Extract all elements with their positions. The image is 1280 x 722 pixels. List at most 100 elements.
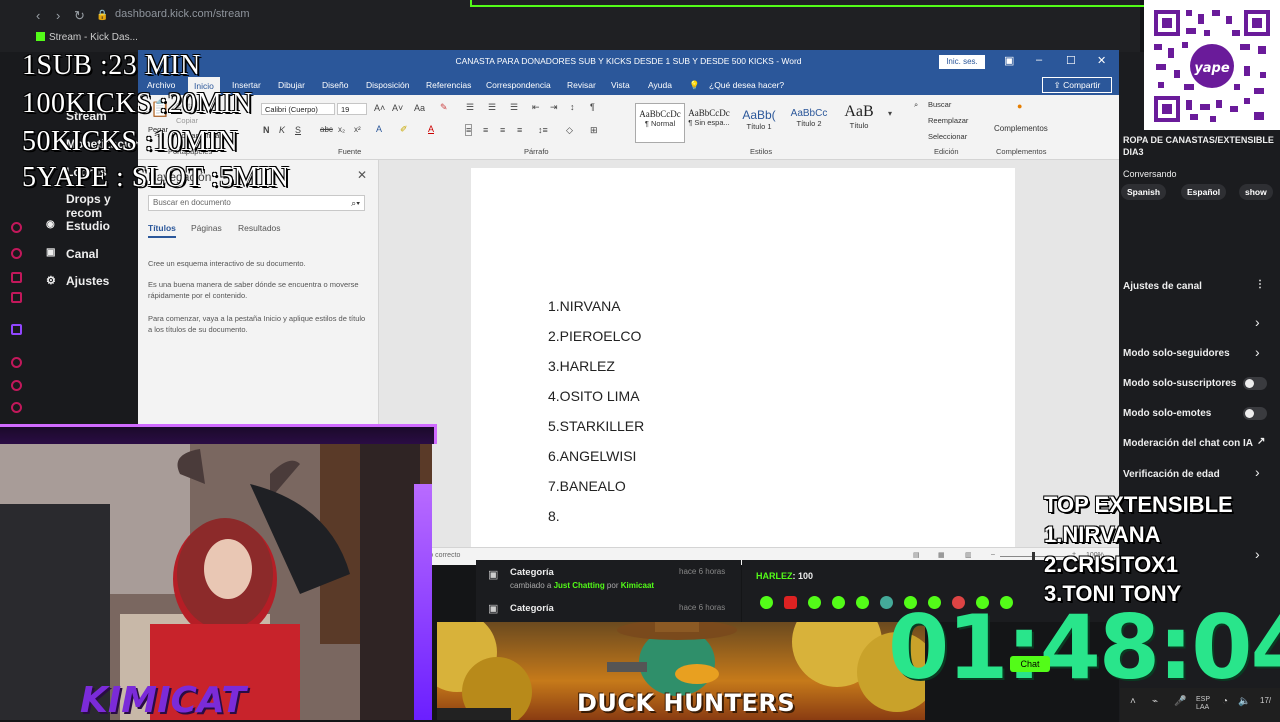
chat-send-button[interactable]: Chat xyxy=(1010,656,1050,672)
emotes-only-setting[interactable]: Modo solo-emotes xyxy=(1123,408,1211,419)
close-pane-icon[interactable]: ✕ xyxy=(357,168,367,182)
zoom-thumb[interactable] xyxy=(1032,552,1035,560)
tag-chip[interactable]: Español xyxy=(1181,184,1227,200)
bold-icon[interactable]: N xyxy=(263,125,270,135)
show-marks-icon[interactable]: ¶ xyxy=(590,102,595,112)
clock-date[interactable]: 17/ xyxy=(1260,696,1271,705)
document-page[interactable]: 1.NIRVANA 2.PIEROELCO 3.HARLEZ 4.OSITO L… xyxy=(471,168,1015,558)
search-icon[interactable]: ⌕▾ xyxy=(351,196,360,210)
forward-icon[interactable]: › xyxy=(56,8,60,23)
wifi-icon[interactable]: ◔ xyxy=(1222,696,1228,707)
feed-category-link[interactable]: Just Chatting xyxy=(554,581,605,590)
mic-icon[interactable]: 🎤 xyxy=(1174,696,1186,707)
rail-icon[interactable] xyxy=(11,357,22,368)
chevron-right-icon[interactable]: › xyxy=(1255,344,1260,360)
rail-icon[interactable] xyxy=(11,222,22,233)
style-title[interactable]: AaB Título xyxy=(835,103,883,141)
chevron-right-icon[interactable]: › xyxy=(1255,464,1260,480)
sidebar-item-canal[interactable]: Canal xyxy=(66,247,99,261)
print-layout-icon[interactable]: ▦ xyxy=(938,551,945,559)
ribbon-display-icon[interactable]: ▣ xyxy=(1004,54,1014,67)
text-effects-icon[interactable]: A xyxy=(376,124,382,134)
read-mode-icon[interactable]: ▤ xyxy=(913,551,920,559)
zoom-out-icon[interactable]: – xyxy=(991,551,995,558)
sidebar-item-drops[interactable]: Drops y recom xyxy=(66,192,140,220)
subscript-icon[interactable]: x₂ xyxy=(338,125,345,134)
tab-titulos[interactable]: Títulos xyxy=(148,223,176,238)
select-button[interactable]: Seleccionar xyxy=(928,132,967,141)
font-size-select[interactable]: 19 xyxy=(337,103,367,115)
bullets-icon[interactable]: ☰ xyxy=(466,102,474,113)
styles-more-icon[interactable]: ▾ xyxy=(888,109,892,118)
browser-tab[interactable]: Stream - Kick Das... xyxy=(36,32,138,43)
superscript-icon[interactable]: x² xyxy=(354,125,361,134)
emote-icon[interactable] xyxy=(856,596,869,609)
tab-resultados[interactable]: Resultados xyxy=(238,223,281,233)
align-left-icon[interactable]: ≡ xyxy=(464,124,473,136)
tab-revisar[interactable]: Revisar xyxy=(567,80,596,90)
tab-referencias[interactable]: Referencias xyxy=(426,80,471,90)
volume-icon[interactable]: 🔈 xyxy=(1238,696,1250,707)
sort-icon[interactable]: ↕ xyxy=(570,102,575,112)
rail-icon[interactable] xyxy=(11,402,22,413)
external-link-icon[interactable]: ↗ xyxy=(1257,436,1265,447)
share-button[interactable]: ⇪ Compartir xyxy=(1042,77,1112,93)
font-name-select[interactable]: Calibri (Cuerpo) xyxy=(261,103,335,115)
nav-search-input[interactable]: Buscar en documento ⌕▾ xyxy=(148,195,365,211)
shading-icon[interactable]: ◇ xyxy=(566,125,573,136)
sidebar-item-ajustes[interactable]: Ajustes xyxy=(66,274,109,288)
rail-icon[interactable] xyxy=(11,292,22,303)
subscribers-only-setting[interactable]: Modo solo-suscriptores xyxy=(1123,378,1236,389)
sign-in-button[interactable]: Inic. ses. xyxy=(939,55,985,69)
font-color-icon[interactable]: A xyxy=(428,124,434,134)
line-spacing-icon[interactable]: ↕≡ xyxy=(538,125,548,135)
chevron-up-icon[interactable]: ˄ xyxy=(1130,696,1136,707)
decrease-indent-icon[interactable]: ⇤ xyxy=(532,102,540,113)
grow-font-icon[interactable]: A˄ xyxy=(374,103,385,113)
more-icon[interactable]: ⋮ xyxy=(1255,279,1265,290)
feed-user-link[interactable]: Kimicaat xyxy=(621,581,654,590)
sidebar-item-estudio[interactable]: Estudio xyxy=(66,219,110,233)
shrink-font-icon[interactable]: A˅ xyxy=(392,103,403,113)
rail-icon[interactable] xyxy=(11,272,22,283)
rail-icon[interactable] xyxy=(11,380,22,391)
highlight-icon[interactable]: ✐ xyxy=(400,124,408,135)
emotes-only-toggle[interactable] xyxy=(1243,407,1267,420)
address-bar[interactable]: dashboard.kick.com/stream xyxy=(115,8,250,20)
justify-icon[interactable]: ≡ xyxy=(517,125,522,135)
web-layout-icon[interactable]: ▥ xyxy=(965,551,972,559)
emote-icon[interactable] xyxy=(832,596,845,609)
tab-diseno[interactable]: Diseño xyxy=(322,80,348,90)
strikethrough-icon[interactable]: abc xyxy=(320,125,333,134)
rail-icon[interactable] xyxy=(11,248,22,259)
chevron-right-icon[interactable]: › xyxy=(1255,314,1260,330)
tab-paginas[interactable]: Páginas xyxy=(191,223,222,233)
addins-icon[interactable]: ● xyxy=(1017,101,1022,111)
style-heading-2[interactable]: AaBbCc Título 2 xyxy=(785,103,833,141)
language-indicator[interactable]: ESP LAA xyxy=(1196,696,1210,712)
emote-icon[interactable] xyxy=(808,596,821,609)
numbering-icon[interactable]: ☰ xyxy=(488,102,496,113)
replace-button[interactable]: Reemplazar xyxy=(928,116,968,125)
increase-indent-icon[interactable]: ⇥ xyxy=(550,102,558,113)
tab-correspondencia[interactable]: Correspondencia xyxy=(486,80,551,90)
italic-icon[interactable]: K xyxy=(279,125,285,135)
style-normal[interactable]: AaBbCcDc ¶ Normal xyxy=(635,103,685,143)
tab-disposicion[interactable]: Disposición xyxy=(366,80,409,90)
tab-ayuda[interactable]: Ayuda xyxy=(648,80,672,90)
style-heading-1[interactable]: AaBb(Título 1 xyxy=(735,103,783,141)
ai-moderation-setting[interactable]: Moderación del chat con IA xyxy=(1123,438,1253,449)
maximize-icon[interactable]: ☐ xyxy=(1066,54,1076,67)
tab-vista[interactable]: Vista xyxy=(611,80,630,90)
back-icon[interactable]: ‹ xyxy=(36,8,40,23)
reload-icon[interactable]: ↻ xyxy=(74,8,85,24)
emote-icon[interactable] xyxy=(760,596,773,609)
chat-username[interactable]: HARLEZ xyxy=(756,571,793,581)
age-verification-setting[interactable]: Verificación de edad xyxy=(1123,469,1220,480)
align-right-icon[interactable]: ≡ xyxy=(500,125,505,135)
chevron-right-icon[interactable]: › xyxy=(1255,546,1260,562)
close-icon[interactable]: ✕ xyxy=(1097,54,1106,67)
minimize-icon[interactable]: – xyxy=(1036,54,1042,66)
twitch-icon[interactable] xyxy=(11,324,22,335)
followers-only-setting[interactable]: Modo solo-seguidores xyxy=(1123,348,1230,359)
